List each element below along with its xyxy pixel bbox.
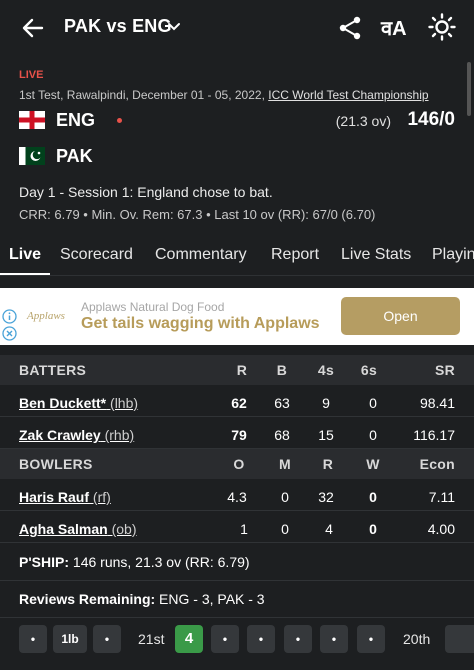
tab-report[interactable]: Report [271,246,319,264]
ball-chip[interactable]: • [357,625,385,653]
batters-title: BATTERS [19,362,87,378]
ball-chip-four[interactable]: 4 [175,625,203,653]
table-row: Zak Crawley (rhb) 79 68 15 0 116.17 [0,418,474,449]
tab-live[interactable]: Live [9,246,41,264]
batter-runs: 62 [231,395,247,411]
bowlers-header: BOWLERS O M R W Econ [0,449,474,479]
batter-fours: 9 [322,395,330,411]
scroll-indicator[interactable] [467,62,471,116]
live-badge: LIVE [19,69,44,81]
col-runs: R [322,456,334,472]
bowler-overs: 4.3 [227,489,247,505]
batter-runs: 79 [231,427,247,443]
reviews-row: Reviews Remaining: ENG - 3, PAK - 3 [0,581,474,618]
tab-scorecard[interactable]: Scorecard [60,246,133,264]
top-bar: PAK vs ENG वA [0,0,474,58]
sun-icon[interactable] [428,13,456,41]
batters-header: BATTERS R B 4s 6s SR [0,355,474,385]
pakistan-flag-icon [19,147,45,165]
ad-headline[interactable]: Get tails wagging with Applaws [81,315,320,333]
batter-sixes: 0 [369,395,377,411]
bowler-runs: 4 [325,521,333,537]
england-flag-icon [19,111,45,129]
partnership-row: P'SHIP: 146 runs, 21.3 ov (RR: 6.79) [0,544,474,581]
bowler-maidens: 0 [281,521,289,537]
bowler-economy: 7.11 [428,489,455,505]
team-row-pak: PAK [19,145,455,169]
active-tab-underline [0,273,50,275]
team-score: 146/0 [407,109,455,130]
team-overs: (21.3 ov) [335,113,391,129]
bowler-overs: 1 [240,521,248,537]
bowler-name[interactable]: Agha Salman (ob) [19,521,137,537]
match-title[interactable]: PAK vs ENG [64,16,172,37]
match-status: Day 1 - Session 1: England chose to bat. [19,184,273,200]
ball-chip[interactable]: • [247,625,275,653]
bowler-wickets: 0 [369,489,377,505]
batter-sixes: 0 [369,427,377,443]
tab-commentary[interactable]: Commentary [155,246,247,264]
batter-balls: 63 [274,395,290,411]
ball-chip[interactable]: • [211,625,239,653]
match-info: 1st Test, Rawalpindi, December 01 - 05, … [19,88,429,102]
col-sixes: 6s [360,362,378,378]
bowler-economy: 4.00 [427,521,455,537]
reviews-text: Reviews Remaining: ENG - 3, PAK - 3 [19,591,265,607]
batter-strike-rate: 116.17 [413,427,455,443]
tab-bar: Live Scorecard Commentary Report Live St… [0,234,474,276]
back-arrow-icon[interactable] [20,15,46,41]
partnership-text: P'SHIP: 146 runs, 21.3 ov (RR: 6.79) [19,554,250,570]
bowler-wickets: 0 [369,521,377,537]
bowlers-title: BOWLERS [19,456,93,472]
ad-close-icon[interactable] [2,326,17,341]
table-row: Ben Duckett* (lhb) 62 63 9 0 98.41 [0,386,474,417]
over-label: 20th [403,631,431,647]
share-icon[interactable] [337,15,363,41]
col-economy: Econ [419,456,455,472]
ball-timeline[interactable]: • 1lb • 21st 4 • • • • • 20th [0,619,474,659]
bowler-name[interactable]: Haris Rauf (rf) [19,489,111,505]
col-strike-rate: SR [434,362,455,378]
team-name: PAK [56,146,93,166]
ball-chip[interactable]: • [284,625,312,653]
col-runs: R [236,362,248,378]
team-row-eng: ENG (21.3 ov) 146/0 [19,109,455,133]
batter-strike-rate: 98.41 [419,395,455,411]
ball-chip[interactable]: • [19,625,47,653]
ad-open-button[interactable]: Open [341,297,460,335]
table-row: Agha Salman (ob) 1 0 4 0 4.00 [0,512,474,543]
batting-indicator [117,118,122,123]
col-balls: B [276,362,288,378]
batter-name[interactable]: Zak Crawley (rhb) [19,427,134,443]
col-overs: O [233,456,245,472]
tab-playing-xi[interactable]: Playing XI [432,246,474,264]
series-link[interactable]: ICC World Test Championship [268,88,428,102]
ad-advertiser: Applaws Natural Dog Food [81,300,225,314]
match-details: 1st Test, Rawalpindi, December 01 - 05, … [19,88,269,102]
ad-logo: Applaws [27,310,65,322]
bowler-maidens: 0 [281,489,289,505]
batter-balls: 68 [274,427,290,443]
over-label: 21st [138,631,165,647]
ad-info-icon[interactable] [2,309,17,324]
batter-name[interactable]: Ben Duckett* (lhb) [19,395,138,411]
col-maidens: M [279,456,291,472]
ball-chip[interactable]: 1lb [53,625,87,653]
tab-live-stats[interactable]: Live Stats [341,246,411,264]
batter-fours: 15 [318,427,334,443]
team-name: ENG [56,110,96,130]
col-wickets: W [366,456,380,472]
ball-chip[interactable]: • [320,625,348,653]
ball-chip[interactable]: • [93,625,121,653]
ball-chip-partial[interactable] [445,625,474,653]
run-rates: CRR: 6.79 • Min. Ov. Rem: 67.3 • Last 10… [19,207,376,222]
ad-banner[interactable]: Applaws Applaws Natural Dog Food Get tai… [0,288,474,345]
table-row: Haris Rauf (rf) 4.3 0 32 0 7.11 [0,480,474,511]
bowler-runs: 32 [318,489,334,505]
col-fours: 4s [317,362,335,378]
language-icon[interactable]: वA [381,14,413,42]
chevron-down-icon[interactable] [167,20,181,34]
